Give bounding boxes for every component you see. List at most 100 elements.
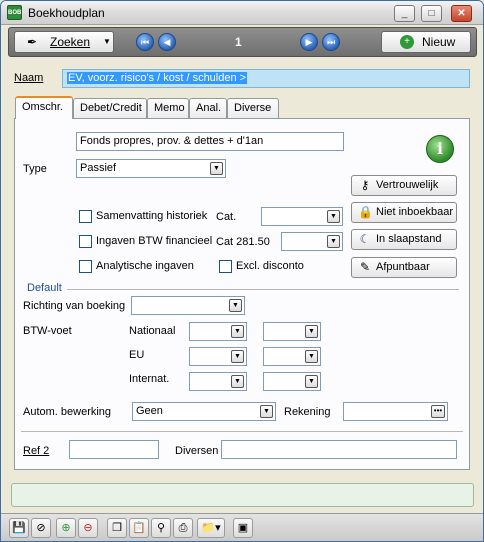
vat-national-label: Nationaal [129, 325, 176, 337]
tab-anal[interactable]: Anal. [189, 98, 227, 118]
app-logo-icon: BOB [7, 5, 22, 20]
chevron-down-icon: ▼ [231, 350, 244, 363]
attach-icon[interactable]: ⚲ [151, 518, 171, 538]
window-title: Boekhoudplan [28, 6, 105, 20]
add-record-icon[interactable]: ⊕ [56, 518, 76, 538]
description-field[interactable]: Fonds propres, prov. & dettes + d'1an [76, 132, 344, 151]
not-bookable-button[interactable]: 🔒 Niet inboekbaar [351, 202, 457, 223]
sleep-mode-label: In slaapstand [376, 233, 442, 245]
toolbar: ✒ Zoeken ▼ ⏮ ◀ 1 ▶ ⏭ + Nieuw [8, 27, 477, 57]
bottom-divider [21, 431, 463, 432]
vat-national-select-1[interactable]: ▼ [189, 322, 247, 341]
misc-label: Diversen [175, 445, 219, 457]
record-counter: 1 [235, 35, 242, 49]
confidential-button[interactable]: ⚷ Vertrouwelijk [351, 175, 457, 196]
auto-processing-value: Geen [136, 405, 163, 417]
search-button-label: Zoeken [50, 35, 91, 49]
chevron-down-icon: ▼ [229, 299, 242, 312]
vat-rate-label: BTW-voet [23, 325, 72, 337]
minimize-button[interactable]: _ [394, 5, 415, 22]
ref2-field[interactable] [69, 440, 159, 459]
name-label: Naam [14, 72, 44, 84]
title-bar: BOB Boekhoudplan _ □ ✕ [1, 1, 483, 25]
analytic-checkbox[interactable] [79, 260, 92, 273]
type-label: Type [23, 163, 47, 175]
name-field[interactable]: EV, voorz. risico's / kost / schulden > [62, 69, 470, 88]
booking-direction-select[interactable]: ▼ [131, 296, 245, 315]
copy-icon[interactable]: ❐ [107, 518, 127, 538]
new-button-label: Nieuw [422, 35, 456, 49]
chevron-down-icon: ▼ [103, 37, 111, 46]
excl-discount-label: Excl. disconto [236, 260, 304, 272]
vat-eu-select-2[interactable]: ▼ [263, 347, 321, 366]
tab-memo[interactable]: Memo [147, 98, 189, 118]
name-field-value: EV, voorz. risico's / kost / schulden > [67, 72, 248, 84]
vat-international-label: Internat. [129, 373, 170, 385]
cancel-icon[interactable]: ⊘ [31, 518, 51, 538]
vat-financial-label: Ingaven BTW financieel [96, 235, 213, 247]
chevron-down-icon: ▼ [327, 235, 340, 248]
auto-processing-label: Autom. bewerking [23, 406, 112, 418]
misc-field[interactable] [221, 440, 457, 459]
vat-eu-label: EU [129, 349, 145, 361]
history-summary-checkbox[interactable] [79, 210, 92, 223]
cat281-select[interactable]: ▼ [281, 232, 343, 251]
chevron-down-icon: ▼ [305, 375, 318, 388]
tab-diverse[interactable]: Diverse [227, 98, 279, 118]
ellipsis-icon[interactable]: ••• [431, 405, 445, 418]
next-record-icon[interactable]: ▶ [300, 33, 318, 51]
account-field[interactable]: ••• [343, 402, 448, 421]
last-record-icon[interactable]: ⏭ [322, 33, 340, 51]
vat-national-select-2[interactable]: ▼ [263, 322, 321, 341]
binoculars-icon: ✒ [27, 35, 38, 49]
previous-record-icon[interactable]: ◀ [158, 33, 176, 51]
default-section-label: Default [27, 282, 62, 294]
analytic-label: Analytische ingaven [96, 260, 194, 272]
bottom-toolbar: 💾 ⊘ ⊕ ⊖ ❐ 📋 ⚲ ⎙ 📁▾ ▣ [1, 513, 483, 541]
cat-label: Cat. [216, 211, 237, 223]
vat-international-select-2[interactable]: ▼ [263, 372, 321, 391]
not-bookable-label: Niet inboekbaar [376, 206, 454, 218]
delete-record-icon[interactable]: ⊖ [78, 518, 98, 538]
cat281-label: Cat 281.50 [216, 236, 270, 248]
new-button[interactable]: + Nieuw [381, 31, 471, 53]
key-icon: ⚷ [360, 178, 370, 192]
save-icon[interactable]: 💾 [9, 518, 29, 538]
status-bar [11, 483, 474, 507]
paste-icon[interactable]: 📋 [129, 518, 149, 538]
chevron-down-icon: ▼ [231, 375, 244, 388]
maximize-button[interactable]: □ [421, 5, 442, 22]
ref2-label: Ref 2 [23, 445, 50, 457]
account-label: Rekening [284, 406, 331, 418]
type-value: Passief [80, 162, 117, 174]
vat-international-select-1[interactable]: ▼ [189, 372, 247, 391]
documents-dropdown-icon[interactable]: 📁▾ [197, 518, 225, 538]
account-plan-window: BOB Boekhoudplan _ □ ✕ ✒ Zoeken ▼ ⏮ ◀ 1 … [0, 0, 484, 542]
chevron-down-icon: ▼ [327, 210, 340, 223]
type-select[interactable]: Passief ▼ [76, 159, 226, 178]
reconcilable-button[interactable]: ✎ Afpuntbaar [351, 257, 457, 278]
excl-discount-checkbox[interactable] [219, 260, 232, 273]
window-icon[interactable]: ▣ [233, 518, 253, 538]
chevron-down-icon: ▼ [231, 325, 244, 338]
chevron-down-icon: ▼ [305, 325, 318, 338]
tab-debet-credit[interactable]: Debet/Credit [73, 98, 147, 118]
chevron-down-icon: ▼ [305, 350, 318, 363]
cat-select[interactable]: ▼ [261, 207, 343, 226]
print-icon[interactable]: ⎙ [173, 518, 193, 538]
lock-icon: 🔒 [358, 205, 373, 219]
search-button[interactable]: ✒ Zoeken ▼ [14, 31, 114, 53]
chevron-down-icon: ▼ [260, 405, 273, 418]
close-button[interactable]: ✕ [451, 5, 472, 22]
tab-omschr[interactable]: Omschr. [15, 96, 73, 119]
sleep-mode-button[interactable]: ☾ In slaapstand [351, 229, 457, 250]
vat-eu-select-1[interactable]: ▼ [189, 347, 247, 366]
vat-financial-checkbox[interactable] [79, 235, 92, 248]
confidential-label: Vertrouwelijk [376, 179, 439, 191]
default-divider [67, 289, 459, 290]
first-record-icon[interactable]: ⏮ [136, 33, 154, 51]
history-summary-label: Samenvatting historiek [96, 210, 208, 222]
add-icon: + [400, 35, 414, 49]
auto-processing-select[interactable]: Geen ▼ [132, 402, 276, 421]
moon-icon: ☾ [359, 232, 371, 246]
